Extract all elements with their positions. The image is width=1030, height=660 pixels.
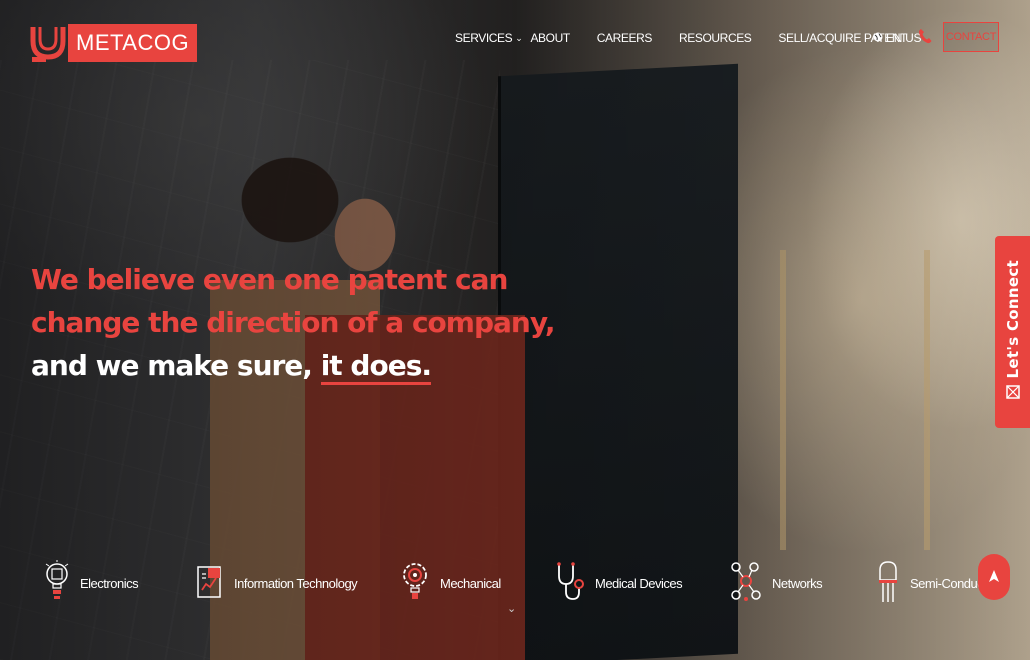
navigation-arrow-icon — [988, 569, 1000, 586]
stethoscope-icon — [555, 561, 585, 605]
lets-connect-tab[interactable]: Let's Connect — [995, 236, 1030, 428]
category-label: Medical Devices — [595, 575, 683, 591]
contact-button[interactable]: CONTACT — [943, 22, 999, 52]
category-electronics[interactable]: Electronics — [44, 559, 139, 607]
language-selector[interactable]: EN US — [873, 31, 921, 45]
category-information-technology[interactable]: Information Technology — [196, 560, 358, 606]
brand-name: METACOG — [68, 24, 198, 62]
headline-line-3: and we make sure, it does. — [31, 344, 555, 387]
gear-bulb-icon — [400, 561, 430, 606]
lets-connect-label: Let's Connect — [1003, 260, 1022, 379]
document-chart-icon — [196, 564, 224, 603]
brand-logo[interactable]: METACOG — [30, 23, 198, 63]
category-networks[interactable]: Networks — [730, 560, 823, 606]
main-nav: SERVICES ⌄ ABOUT CAREERS RESOURCES SELL/… — [455, 31, 907, 45]
hero-headline: We believe even one patent can change th… — [31, 258, 556, 387]
category-label: Information Technology — [234, 575, 358, 591]
globe-icon — [873, 31, 883, 45]
nav-item-services[interactable]: SERVICES ⌄ — [455, 31, 523, 45]
category-label: Electronics — [80, 575, 139, 591]
category-semiconductors[interactable]: Semi-Conduc — [876, 560, 984, 607]
scroll-to-top-button[interactable] — [978, 554, 1010, 600]
lightbulb-chip-icon — [44, 559, 70, 607]
headline-emphasis: it does. — [320, 349, 432, 385]
network-nodes-icon — [730, 561, 762, 606]
headline-line-2: change the direction of a company, — [31, 306, 556, 339]
category-label: Semi-Conduc — [910, 575, 984, 591]
scroll-down-icon[interactable]: ⌄ — [507, 602, 516, 615]
category-label: Mechanical — [440, 575, 501, 591]
headline-line-1: We believe even one patent can — [31, 263, 508, 296]
chevron-down-icon: ⌄ — [515, 32, 523, 43]
category-mechanical[interactable]: Mechanical — [400, 560, 501, 606]
semiconductor-icon — [876, 560, 900, 607]
mail-icon — [1005, 384, 1020, 404]
nav-item-resources[interactable]: RESOURCES — [679, 31, 752, 45]
nav-item-about[interactable]: ABOUT — [530, 31, 570, 45]
category-label: Networks — [772, 575, 823, 591]
category-medical-devices[interactable]: Medical Devices — [555, 560, 683, 606]
site-header: METACOG SERVICES ⌄ ABOUT CAREERS RESOURC… — [0, 0, 1030, 80]
headline-line-3-prefix: and we make sure, — [31, 349, 321, 382]
nav-item-label: SERVICES — [455, 31, 513, 45]
language-label: EN US — [886, 31, 922, 45]
nav-item-careers[interactable]: CAREERS — [597, 31, 653, 45]
logo-mark-icon — [30, 23, 66, 63]
phone-icon[interactable] — [918, 28, 932, 48]
